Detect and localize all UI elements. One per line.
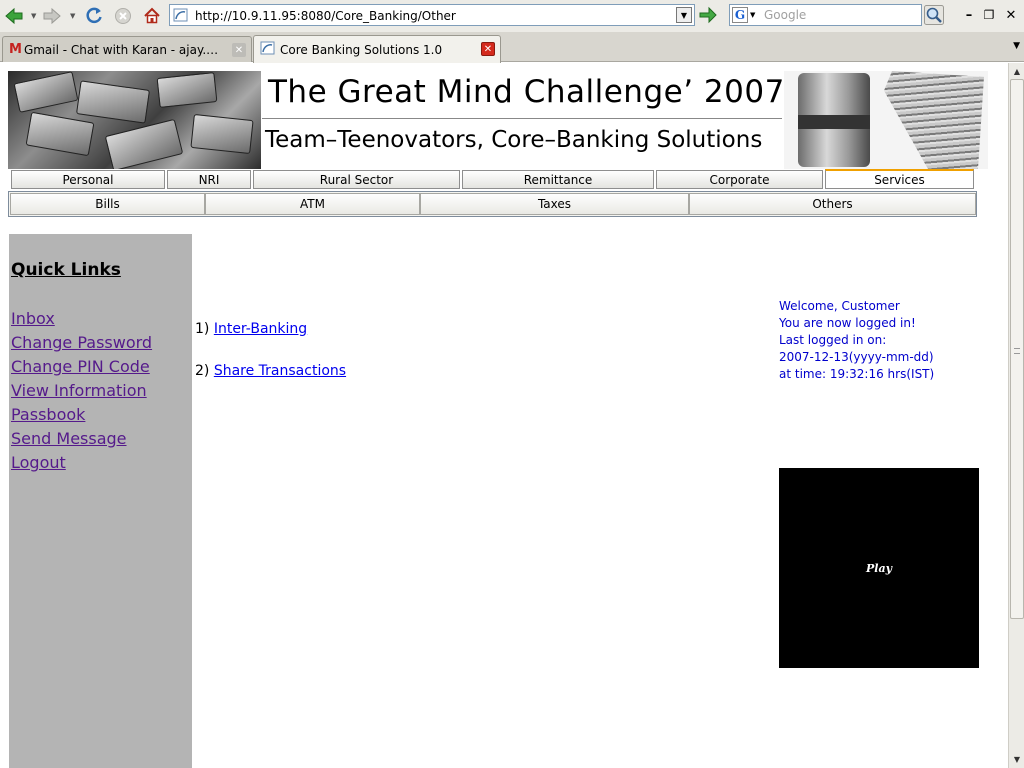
page-favicon-icon — [173, 8, 188, 22]
menu-nri[interactable]: NRI — [167, 170, 251, 189]
banner: The Great Mind Challenge’ 2007 Team–Teen… — [8, 71, 988, 169]
gmail-icon: M — [9, 42, 22, 57]
url-history-dropdown-icon[interactable]: ▼ — [676, 7, 692, 23]
list-item-number: 2) — [195, 363, 210, 379]
tab-label: Core Banking Solutions 1.0 — [280, 42, 443, 57]
last-login-label: Last logged in on: — [779, 333, 887, 347]
back-history-dropdown-icon[interactable]: ▼ — [31, 12, 36, 20]
page-viewport: The Great Mind Challenge’ 2007 Team–Teen… — [0, 63, 1008, 768]
go-button[interactable] — [698, 5, 718, 25]
tab-core-banking[interactable]: Core Banking Solutions 1.0 ✕ — [253, 35, 501, 63]
scroll-down-arrow-icon[interactable]: ▼ — [1010, 752, 1024, 766]
minimize-button[interactable]: – — [960, 6, 978, 24]
list-item: 2) Share Transactions — [195, 363, 346, 379]
menu-rural-sector[interactable]: Rural Sector — [253, 170, 460, 189]
welcome-greeting: Welcome, Customer — [779, 299, 900, 313]
menu-remittance[interactable]: Remittance — [462, 170, 654, 189]
play-button[interactable]: Play — [866, 562, 892, 575]
close-tab-icon[interactable]: ✕ — [481, 42, 495, 56]
browser-toolbar: ▼ ▼ http://10.9.11.95:8080/Core_Banking/… — [0, 0, 1024, 32]
submenu-atm[interactable]: ATM — [205, 193, 420, 215]
close-window-button[interactable]: ✕ — [1002, 6, 1020, 24]
quick-links-title: Quick Links — [11, 260, 121, 280]
tab-list-chevron-icon[interactable]: ▼ — [1013, 41, 1020, 51]
scroll-up-arrow-icon[interactable]: ▲ — [1010, 64, 1024, 78]
search-bar[interactable]: G ▼ — [729, 4, 922, 26]
stop-icon[interactable] — [113, 6, 133, 26]
menu-corporate[interactable]: Corporate — [656, 170, 823, 189]
silver-bars-image — [8, 71, 261, 169]
quick-link-view-information[interactable]: View Information — [11, 381, 147, 400]
chevron-down-icon: ▼ — [750, 11, 756, 19]
login-status: You are now logged in! — [779, 316, 916, 330]
list-item: 1) Inter-Banking — [195, 321, 307, 337]
url-bar[interactable]: http://10.9.11.95:8080/Core_Banking/Othe… — [169, 4, 695, 26]
tab-bar: M Gmail - Chat with Karan - ajay.kr… ✕ C… — [0, 32, 1024, 63]
services-submenu: Bills ATM Taxes Others — [8, 191, 977, 217]
inter-banking-link[interactable]: Inter-Banking — [214, 321, 307, 337]
list-item-number: 1) — [195, 321, 210, 337]
forward-history-dropdown-icon[interactable]: ▼ — [70, 12, 75, 20]
back-arrow-icon[interactable] — [4, 6, 24, 26]
share-transactions-link[interactable]: Share Transactions — [214, 363, 346, 379]
quick-link-inbox[interactable]: Inbox — [11, 309, 55, 328]
search-engine-selector[interactable]: G ▼ — [732, 7, 760, 23]
vertical-scrollbar[interactable]: ▲ ▼ — [1008, 63, 1024, 768]
forward-arrow-icon[interactable] — [42, 6, 62, 26]
quick-link-change-pin-code[interactable]: Change PIN Code — [11, 357, 150, 376]
last-login-time: at time: 19:32:16 hrs(IST) — [779, 367, 935, 381]
menu-services[interactable]: Services — [825, 169, 974, 189]
submenu-bills[interactable]: Bills — [10, 193, 205, 215]
quick-link-passbook[interactable]: Passbook — [11, 405, 85, 424]
tab-label: Gmail - Chat with Karan - ajay.kr… — [23, 42, 219, 57]
google-icon: G — [732, 7, 748, 23]
banner-title: The Great Mind Challenge’ 2007 — [268, 74, 785, 110]
video-player[interactable]: Play — [779, 468, 979, 668]
quick-link-logout[interactable]: Logout — [11, 453, 66, 472]
home-icon[interactable] — [142, 6, 162, 26]
welcome-panel: Welcome, Customer You are now logged in!… — [779, 298, 934, 383]
url-text[interactable]: http://10.9.11.95:8080/Core_Banking/Othe… — [195, 9, 456, 23]
page-favicon-icon — [260, 41, 275, 58]
search-magnifier-button[interactable] — [924, 5, 944, 25]
restore-button[interactable]: ❐ — [980, 6, 998, 24]
banner-divider — [262, 118, 782, 119]
submenu-others[interactable]: Others — [689, 193, 976, 215]
search-input[interactable] — [764, 6, 914, 24]
money-image — [784, 71, 988, 169]
quick-link-change-password[interactable]: Change Password — [11, 333, 152, 352]
submenu-taxes[interactable]: Taxes — [420, 193, 689, 215]
banner-subtitle: Team–Teenovators, Core–Banking Solutions — [265, 127, 763, 153]
reload-icon[interactable] — [84, 6, 104, 26]
close-tab-icon[interactable]: ✕ — [232, 43, 246, 57]
tab-gmail[interactable]: M Gmail - Chat with Karan - ajay.kr… ✕ — [2, 36, 252, 62]
last-login-date: 2007-12-13(yyyy-mm-dd) — [779, 350, 934, 364]
scrollbar-thumb[interactable] — [1010, 79, 1024, 619]
quick-link-send-message[interactable]: Send Message — [11, 429, 127, 448]
menu-personal[interactable]: Personal — [11, 170, 165, 189]
quick-links-sidebar: Quick Links Inbox Change Password Change… — [9, 234, 192, 768]
